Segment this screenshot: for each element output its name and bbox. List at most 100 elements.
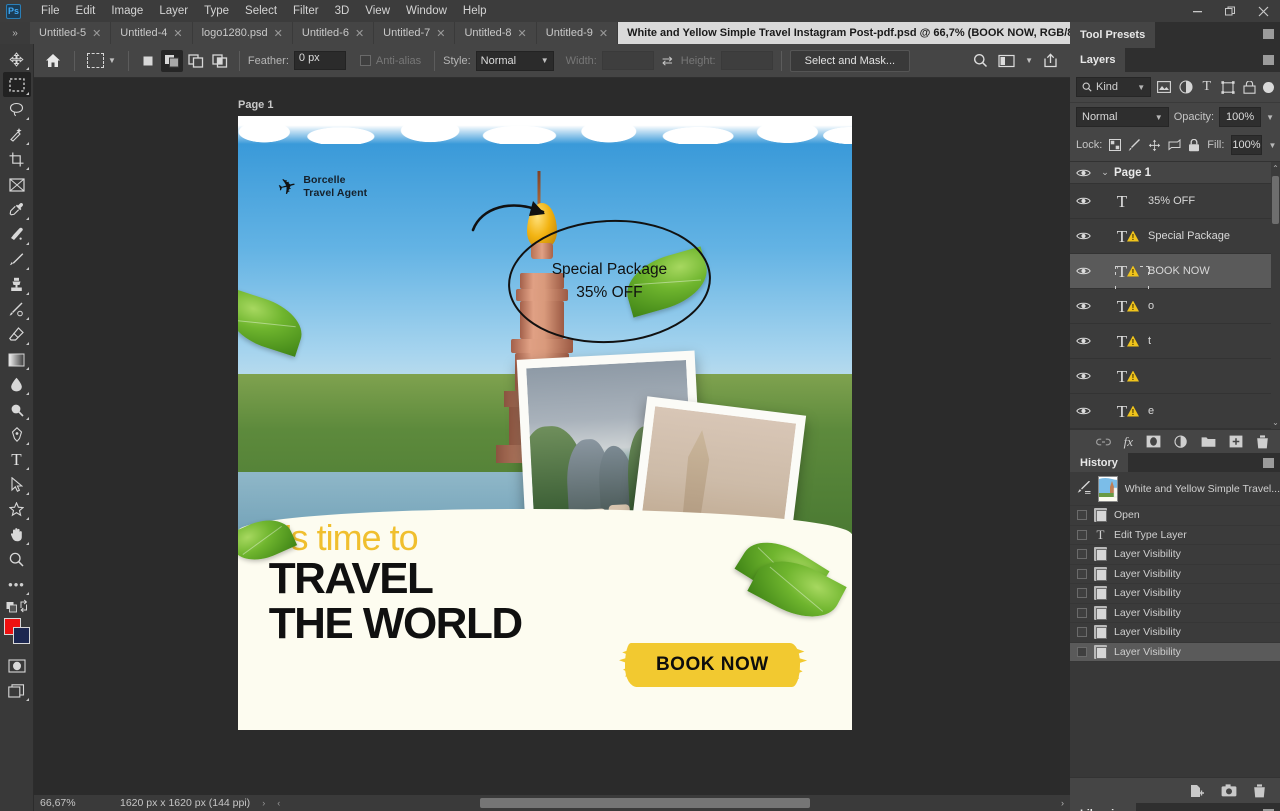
layer-name[interactable]: 35% OFF [1148, 195, 1195, 207]
scrollbar-thumb[interactable] [480, 798, 810, 808]
opacity-chevron-down-icon[interactable]: ▼ [1266, 113, 1274, 122]
history-source-checkbox[interactable] [1077, 647, 1087, 657]
blur-tool[interactable] [3, 372, 31, 397]
tab-close-icon[interactable]: ✕ [355, 27, 364, 40]
blend-mode-select[interactable]: Normal ▼ [1076, 107, 1169, 127]
layer-name[interactable]: Special Package [1148, 230, 1230, 242]
layer-name[interactable]: BOOK NOW [1148, 265, 1210, 277]
width-input[interactable] [602, 51, 654, 70]
layer-name[interactable]: t [1148, 335, 1151, 347]
screen-mode-icon[interactable] [3, 678, 31, 703]
intersect-selection-button[interactable] [209, 50, 231, 72]
document-tab[interactable]: Untitled-9 ✕ [537, 22, 618, 44]
lock-position-icon[interactable] [1148, 138, 1161, 153]
layer-filter-kind-select[interactable]: Kind ▼ [1076, 77, 1151, 97]
fill-chevron-down-icon[interactable]: ▼ [1269, 141, 1277, 150]
tab-close-icon[interactable]: ✕ [599, 27, 608, 40]
opacity-input[interactable]: 100% [1219, 107, 1261, 127]
pixel-layer-filter-icon[interactable] [1156, 78, 1172, 96]
menu-layer[interactable]: Layer [151, 0, 196, 22]
eyedropper-tool[interactable] [3, 197, 31, 222]
move-tool[interactable] [3, 47, 31, 72]
history-brush-tool[interactable] [3, 297, 31, 322]
lasso-tool[interactable] [3, 97, 31, 122]
tab-layers[interactable]: Layers [1070, 48, 1125, 72]
history-state-row[interactable]: T Edit Type Layer [1070, 526, 1280, 546]
history-states-list[interactable]: White and Yellow Simple Travel... Open T… [1070, 472, 1280, 662]
delete-layer-icon[interactable] [1256, 435, 1269, 449]
tabs-overflow-left-button[interactable]: » [0, 22, 30, 44]
link-layers-icon[interactable] [1096, 437, 1111, 447]
menu-edit[interactable]: Edit [68, 0, 104, 22]
add-to-selection-button[interactable] [161, 50, 183, 72]
adjustment-layer-icon[interactable] [1174, 435, 1188, 449]
zoom-level[interactable]: 66,67% [34, 797, 94, 809]
menu-type[interactable]: Type [196, 0, 237, 22]
history-state-row[interactable]: Layer Visibility [1070, 565, 1280, 585]
spot-healing-brush-tool[interactable] [3, 222, 31, 247]
history-source-checkbox[interactable] [1077, 588, 1087, 598]
panel-menu-icon[interactable] [1263, 55, 1274, 65]
swap-width-height-icon[interactable]: ⇄ [662, 53, 673, 69]
layer-row[interactable]: T ! e [1070, 394, 1280, 429]
tab-tool-presets[interactable]: Tool Presets [1070, 22, 1155, 48]
new-group-icon[interactable] [1201, 436, 1216, 448]
layer-visibility-toggle[interactable] [1070, 406, 1096, 416]
history-state-row[interactable]: Layer Visibility [1070, 623, 1280, 643]
create-document-from-state-icon[interactable] [1190, 784, 1205, 798]
layer-style-icon[interactable]: fx [1124, 434, 1133, 450]
create-snapshot-icon[interactable] [1221, 784, 1237, 797]
layer-row[interactable]: T ! [1070, 359, 1280, 394]
history-brush-source-icon[interactable] [1077, 481, 1091, 497]
history-snapshot-row[interactable]: White and Yellow Simple Travel... [1070, 472, 1280, 506]
tab-close-icon[interactable]: ✕ [436, 27, 445, 40]
select-and-mask-button[interactable]: Select and Mask... [790, 50, 911, 72]
anti-alias-checkbox[interactable] [360, 55, 371, 66]
layer-row[interactable]: T 35% OFF [1070, 184, 1280, 219]
rectangular-marquee-tool[interactable] [3, 72, 31, 97]
background-color-swatch[interactable] [13, 627, 30, 644]
history-source-checkbox[interactable] [1077, 530, 1087, 540]
tab-libraries[interactable]: Libraries [1070, 803, 1136, 811]
zoom-tool[interactable] [3, 547, 31, 572]
layer-visibility-toggle[interactable] [1070, 196, 1096, 206]
layer-thumbnail[interactable]: T ! [1096, 333, 1148, 350]
brush-tool[interactable] [3, 247, 31, 272]
path-selection-tool[interactable] [3, 472, 31, 497]
layer-visibility-toggle[interactable] [1070, 371, 1096, 381]
menu-image[interactable]: Image [103, 0, 151, 22]
lock-transparent-pixels-icon[interactable] [1109, 138, 1121, 153]
layer-row-selected[interactable]: T ! BOOK NOW [1070, 254, 1280, 289]
layer-thumbnail[interactable]: T ! [1096, 228, 1148, 245]
feather-input[interactable]: 0 px [294, 51, 346, 70]
adjustment-layer-filter-icon[interactable] [1177, 78, 1193, 96]
layer-thumbnail[interactable]: T [1096, 193, 1148, 210]
menu-view[interactable]: View [357, 0, 398, 22]
panel-menu-icon[interactable] [1263, 29, 1274, 39]
layer-thumbnail[interactable]: T ! [1096, 263, 1148, 280]
chevron-down-icon[interactable]: ▼ [108, 56, 116, 65]
history-source-checkbox[interactable] [1077, 608, 1087, 618]
crop-tool[interactable] [3, 147, 31, 172]
group-expand-chevron-icon[interactable]: ⌄ [1096, 167, 1114, 178]
history-state-row[interactable]: Layer Visibility [1070, 604, 1280, 624]
clone-stamp-tool[interactable] [3, 272, 31, 297]
type-tool[interactable]: T [3, 447, 31, 472]
tab-close-icon[interactable]: ✕ [274, 27, 283, 40]
smart-object-filter-icon[interactable] [1241, 78, 1257, 96]
delete-state-icon[interactable] [1253, 784, 1266, 798]
menu-3d[interactable]: 3D [327, 0, 358, 22]
home-icon[interactable] [40, 49, 66, 73]
history-source-checkbox[interactable] [1077, 510, 1087, 520]
filter-toggle[interactable] [1263, 82, 1274, 93]
document-tab[interactable]: Untitled-6 ✕ [293, 22, 374, 44]
layer-row[interactable]: T ! t [1070, 324, 1280, 359]
new-layer-icon[interactable] [1229, 435, 1243, 448]
close-button[interactable] [1247, 0, 1280, 22]
layers-scrollbar[interactable]: ⌃ ⌄ [1271, 162, 1280, 429]
fill-input[interactable]: 100% [1231, 135, 1261, 155]
shape-layer-filter-icon[interactable] [1220, 78, 1236, 96]
new-selection-button[interactable] [137, 50, 159, 72]
layer-visibility-toggle[interactable] [1070, 266, 1096, 276]
status-collapse-arrow[interactable]: ‹ [277, 798, 280, 808]
